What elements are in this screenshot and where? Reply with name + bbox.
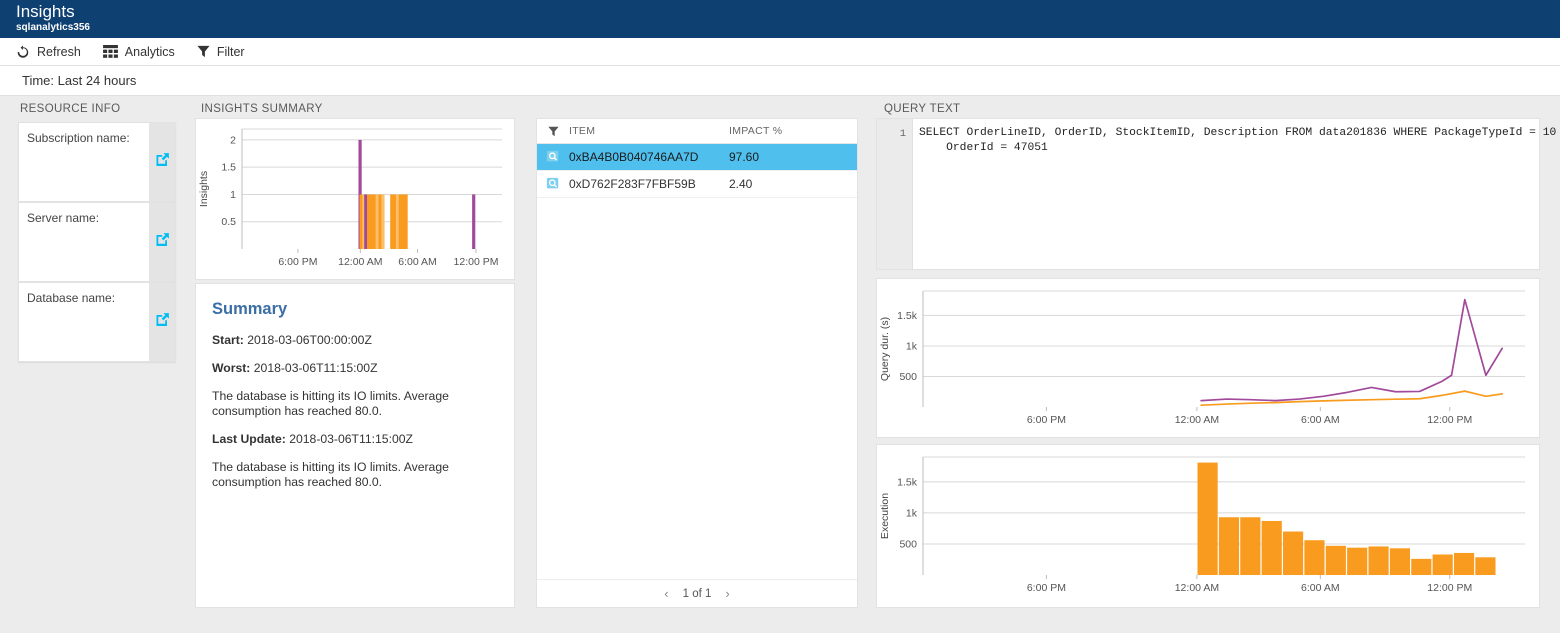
page-subtitle: sqlanalytics356 — [16, 21, 1560, 34]
summary-start-value: 2018-03-06T00:00:00Z — [247, 333, 372, 347]
item-table-body: 0xBA4B0B040746AA7D97.600xD762F283F7FBF59… — [537, 144, 857, 198]
open-resource-button[interactable] — [149, 283, 175, 361]
table-cell-impact: 2.40 — [729, 177, 752, 191]
svg-text:6:00 PM: 6:00 PM — [1027, 414, 1066, 426]
impact-column-header: IMPACT % — [729, 125, 782, 137]
summary-update-value: 2018-03-06T11:15:00Z — [289, 432, 413, 446]
pager-status: 1 of 1 — [683, 588, 712, 600]
content-area: RESOURCE INFO INSIGHTS SUMMARY QUERY TEX… — [0, 96, 1560, 633]
filter-label: Filter — [217, 45, 245, 59]
svg-text:1.5: 1.5 — [221, 162, 236, 174]
svg-text:2: 2 — [230, 134, 236, 146]
query-text-section-label: QUERY TEXT — [884, 103, 960, 115]
resource-card: Database name: — [18, 282, 176, 362]
svg-text:1k: 1k — [906, 507, 918, 519]
execution-chart: 500 1k 1.5k Execution 6:00 PM 12:00 AM 6:00 AM… — [877, 445, 1539, 607]
item-table-pager: ‹ 1 of 1 › — [537, 579, 857, 607]
execution-chart-panel: 500 1k 1.5k Execution 6:00 PM 12:00 AM 6:00 AM… — [876, 444, 1540, 608]
summary-update-label: Last Update: — [212, 432, 286, 446]
table-cell-impact: 97.60 — [729, 150, 759, 164]
filter-column-icon[interactable] — [537, 126, 569, 137]
svg-text:6:00 AM: 6:00 AM — [1301, 582, 1340, 594]
summary-worst-text: The database is hitting its IO limits. A… — [212, 389, 496, 419]
svg-text:6:00 PM: 6:00 PM — [278, 256, 317, 268]
query-line-number: 1 — [877, 119, 912, 140]
query-duration-chart-panel: 500 1k 1.5k Query dur. (s) 6:00 PM 12:00 AM 6:… — [876, 278, 1540, 438]
summary-worst-value: 2018-03-06T11:15:00Z — [254, 361, 378, 375]
svg-text:1.5k: 1.5k — [897, 476, 918, 488]
query-text-panel[interactable]: 1 SELECT OrderLineID, OrderID, StockItem… — [876, 118, 1540, 270]
page-title: Insights — [16, 2, 1560, 21]
analytics-icon — [103, 45, 118, 58]
insights-summary-section-label: INSIGHTS SUMMARY — [201, 103, 323, 115]
svg-text:500: 500 — [899, 538, 917, 550]
svg-text:6:00 AM: 6:00 AM — [398, 256, 437, 268]
query-icon — [537, 150, 569, 164]
svg-text:1k: 1k — [906, 340, 918, 352]
table-row[interactable]: 0xBA4B0B040746AA7D97.60 — [537, 144, 857, 171]
summary-worst: Worst: 2018-03-06T11:15:00Z — [212, 361, 496, 376]
item-column-header: ITEM — [569, 125, 729, 137]
svg-text:12:00 AM: 12:00 AM — [1175, 414, 1219, 426]
table-cell-item: 0xBA4B0B040746AA7D — [569, 150, 729, 164]
query-gutter: 1 — [877, 119, 913, 269]
insights-chart-panel: 0.5 1 1.5 2 Insights 6:00 PM 12:00 AM 6:00 AM 12… — [195, 118, 515, 280]
summary-title: Summary — [212, 300, 496, 319]
refresh-button[interactable]: Refresh — [16, 45, 81, 59]
filter-icon — [197, 45, 210, 58]
table-cell-item: 0xD762F283F7FBF59B — [569, 177, 729, 191]
query-code: SELECT OrderLineID, OrderID, StockItemID… — [919, 126, 1531, 156]
svg-text:Query dur. (s): Query dur. (s) — [879, 317, 891, 381]
analytics-button[interactable]: Analytics — [103, 45, 175, 59]
external-link-icon — [155, 312, 170, 332]
svg-text:12:00 AM: 12:00 AM — [338, 256, 382, 268]
svg-text:500: 500 — [899, 371, 917, 383]
svg-text:Insights: Insights — [198, 171, 210, 207]
open-resource-button[interactable] — [149, 123, 175, 201]
svg-text:0.5: 0.5 — [221, 216, 236, 228]
summary-worst-label: Worst: — [212, 361, 250, 375]
item-table-header: ITEM IMPACT % — [537, 119, 857, 144]
svg-text:12:00 AM: 12:00 AM — [1175, 582, 1219, 594]
svg-text:12:00 PM: 12:00 PM — [1427, 582, 1472, 594]
resource-card: Server name: — [18, 202, 176, 282]
svg-text:1: 1 — [230, 189, 236, 201]
time-range-label: Time: Last 24 hours — [22, 73, 136, 88]
command-bar: Refresh Analytics Filter — [0, 38, 1560, 66]
svg-text:1.5k: 1.5k — [897, 310, 918, 322]
time-range-bar[interactable]: Time: Last 24 hours — [0, 66, 1560, 96]
summary-start: Start: 2018-03-06T00:00:00Z — [212, 333, 496, 348]
svg-text:12:00 PM: 12:00 PM — [454, 256, 499, 268]
refresh-label: Refresh — [37, 45, 81, 59]
resource-card: Subscription name: — [18, 122, 176, 202]
pager-prev-button[interactable]: ‹ — [664, 586, 668, 601]
summary-update-text: The database is hitting its IO limits. A… — [212, 460, 496, 490]
title-bar: Insights sqlanalytics356 — [0, 0, 1560, 38]
query-duration-chart: 500 1k 1.5k Query dur. (s) 6:00 PM 12:00 AM 6:… — [877, 279, 1539, 437]
svg-text:Execution: Execution — [879, 493, 891, 539]
refresh-icon — [16, 45, 30, 59]
table-row[interactable]: 0xD762F283F7FBF59B2.40 — [537, 171, 857, 198]
summary-start-label: Start: — [212, 333, 244, 347]
external-link-icon — [155, 152, 170, 172]
query-icon — [537, 177, 569, 191]
external-link-icon — [155, 232, 170, 252]
summary-panel: Summary Start: 2018-03-06T00:00:00Z Wors… — [195, 283, 515, 608]
analytics-label: Analytics — [125, 45, 175, 59]
insights-chart: 0.5 1 1.5 2 Insights 6:00 PM 12:00 AM 6:00 AM 12… — [196, 119, 514, 279]
pager-next-button[interactable]: › — [725, 586, 729, 601]
svg-text:12:00 PM: 12:00 PM — [1427, 414, 1472, 426]
svg-text:6:00 AM: 6:00 AM — [1301, 414, 1340, 426]
svg-text:6:00 PM: 6:00 PM — [1027, 582, 1066, 594]
open-resource-button[interactable] — [149, 203, 175, 281]
filter-button[interactable]: Filter — [197, 45, 245, 59]
item-table-panel: ITEM IMPACT % 0xBA4B0B040746AA7D97.600xD… — [536, 118, 858, 608]
resource-info-section-label: RESOURCE INFO — [20, 103, 120, 115]
summary-update: Last Update: 2018-03-06T11:15:00Z — [212, 432, 496, 447]
